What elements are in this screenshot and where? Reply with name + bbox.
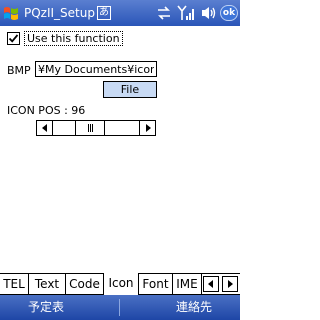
data-connection-icon[interactable] [154, 0, 174, 26]
checkmark-icon [8, 34, 19, 43]
window-title: PQzII_Setup [24, 6, 95, 20]
file-button[interactable]: File [103, 81, 157, 98]
left-softkey[interactable]: 予定表 [28, 295, 64, 320]
tab-ime[interactable]: IME [173, 274, 202, 295]
bmp-path-field[interactable] [35, 61, 157, 77]
tab-scroll-controls [202, 274, 240, 295]
volume-icon[interactable] [198, 0, 218, 26]
scroll-thumb[interactable] [75, 121, 105, 135]
tab-scroll-right-button[interactable] [222, 276, 238, 292]
tab-font[interactable]: Font [139, 274, 173, 295]
ime-indicator[interactable]: あ [97, 6, 111, 20]
scroll-left-button[interactable] [37, 121, 53, 135]
title-bar: PQzII_Setup あ ok [0, 0, 240, 26]
tab-code[interactable]: Code [66, 274, 104, 295]
tab-bar: TEL Text Code Icon Font IME [0, 273, 240, 295]
tab-text[interactable]: Text [29, 274, 66, 295]
arrow-right-icon [228, 280, 233, 288]
arrow-left-icon [208, 280, 213, 288]
right-softkey[interactable]: 連絡先 [176, 295, 212, 320]
bmp-label: BMP [7, 64, 31, 77]
system-tray [154, 0, 218, 26]
arrow-right-icon [145, 124, 151, 132]
tab-tel[interactable]: TEL [0, 274, 29, 295]
use-function-checkbox[interactable] [7, 32, 20, 45]
softkey-divider [119, 299, 120, 316]
tab-scroll-left-button[interactable] [203, 276, 219, 292]
scroll-right-button[interactable] [139, 121, 155, 135]
windows-start-icon[interactable] [0, 0, 22, 26]
use-function-label[interactable]: Use this function [24, 31, 123, 46]
use-function-row[interactable]: Use this function [7, 31, 123, 46]
icon-pos-label: ICON POS : 96 [7, 104, 86, 117]
signal-strength-icon[interactable] [176, 0, 196, 26]
softkey-bar: 予定表 連絡先 [0, 295, 240, 320]
grip-icon [87, 124, 93, 132]
icon-pos-scrollbar[interactable] [36, 120, 156, 136]
ok-button[interactable]: ok [220, 5, 238, 21]
arrow-left-icon [41, 124, 47, 132]
tab-icon[interactable]: Icon [104, 273, 139, 295]
